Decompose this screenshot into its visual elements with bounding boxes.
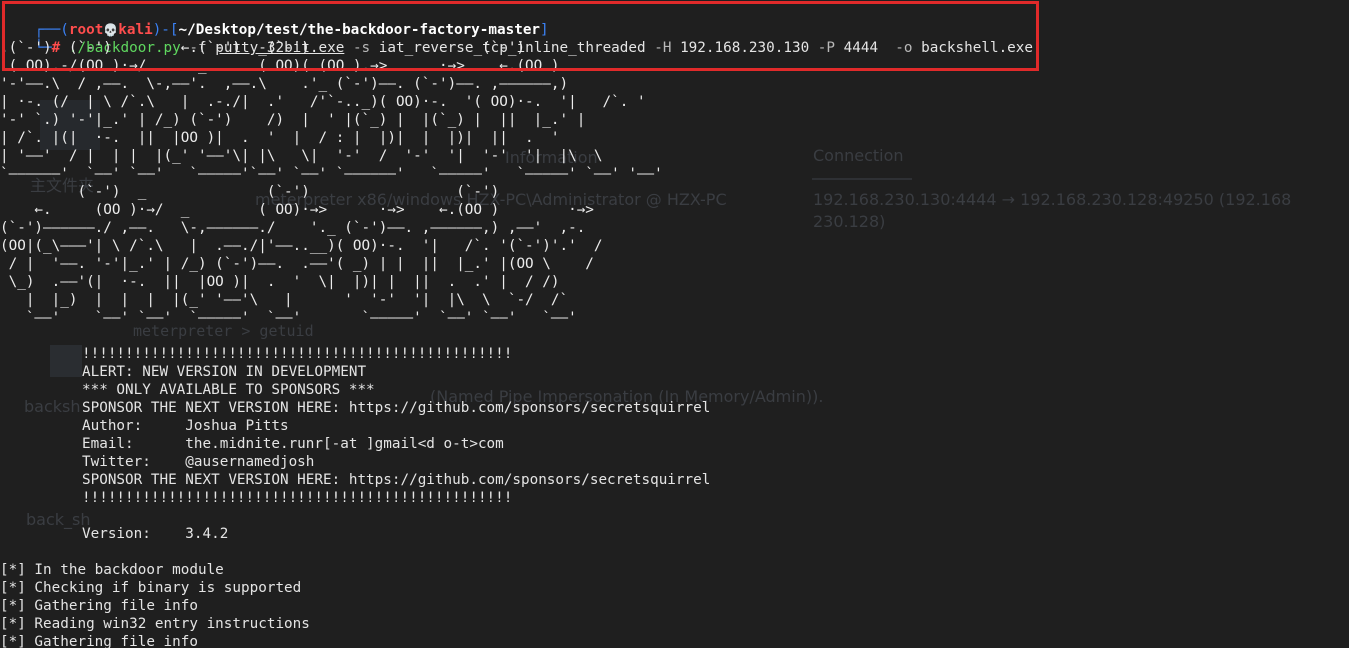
ascii-art-line: '-'——.\ / ,——. \-,——'. ,——.\ .'_ (`-')——… — [0, 76, 569, 92]
banner-twitter: Twitter: @ausernamedjosh — [82, 454, 315, 470]
ascii-art-line: ( OO).-/(OO )·→/ _ ( OO)( (OO ).→> ·→> ←… — [0, 58, 560, 74]
command-port: 4444 — [843, 40, 879, 56]
banner-exclaim-top: !!!!!!!!!!!!!!!!!!!!!!!!!!!!!!!!!!!!!!!!… — [82, 346, 513, 362]
command-host: 192.168.230.130 — [680, 40, 810, 56]
ghost-connection-header: Connection — [813, 146, 904, 165]
command-flag-h: -H — [654, 40, 672, 56]
ascii-art-line: '-' `.) '-'|_.' | /_) (`-') /) | ' |(`_)… — [0, 112, 586, 128]
banner-email: Email: the.midnite.runr[-at ]gmail<d o-t… — [82, 436, 504, 452]
ghost-connection-value-2: 230.128) — [813, 212, 886, 231]
banner-exclaim-bottom: !!!!!!!!!!!!!!!!!!!!!!!!!!!!!!!!!!!!!!!!… — [82, 490, 513, 506]
banner-only-sponsors: *** ONLY AVAILABLE TO SPONSORS *** — [82, 382, 375, 398]
log-line: [*] Gathering file info — [0, 634, 198, 648]
ghost-panel — [50, 345, 82, 377]
ascii-art-line: / | '——. '-'|_.' | /_) (`-')——. .——'( _)… — [0, 256, 594, 272]
ghost-panel — [812, 178, 912, 180]
ghost-back-sh: back_sh — [26, 510, 91, 529]
banner-alert: ALERT: NEW VERSION IN DEVELOPMENT — [82, 364, 367, 380]
banner-sponsor-link-2: SPONSOR THE NEXT VERSION HERE: https://g… — [82, 472, 711, 488]
ascii-art-line: (`-') _ (`-') (`-') — [0, 184, 500, 200]
banner-version: Version: 3.4.2 — [82, 526, 229, 542]
ghost-backsh: backsh — [24, 397, 81, 416]
command-output: backshell.exe — [921, 40, 1034, 56]
ascii-art-line: `——' `——' `——' `—————' `——' `—————' `——'… — [0, 310, 577, 326]
log-line: [*] Reading win32 entry instructions — [0, 616, 310, 632]
ascii-art-line: ←. (OO )·→/ _ ( OO)·→> ·→> ←.(OO ) ·→> — [0, 202, 594, 218]
command-flag-o: -o — [895, 40, 913, 56]
ascii-art-line: | |_) | | | |(_' '——'\ | ' '-' '| |\ \ `… — [0, 292, 569, 308]
ascii-art-line: | /`. |(| ·-. || |OO )| . ' | / : | |)| … — [0, 130, 560, 146]
ascii-art-line: | '——' / | | | |(_' '——'\| |\ \| '-' / '… — [0, 148, 603, 164]
ghost-connection-value: 192.168.230.130:4444 → 192.168.230.128:4… — [813, 190, 1292, 209]
banner-sponsor-link-1: SPONSOR THE NEXT VERSION HERE: https://g… — [82, 400, 711, 416]
ascii-art-line: | ·-. (/ | \ /`.\ | .-./| .' /'`-.._)( O… — [0, 94, 646, 110]
command-flag-p: -P — [817, 40, 836, 56]
ascii-art-line: \_) .——'(| ·-. || |OO )| . ' \| |)| | ||… — [0, 274, 560, 290]
terminal-window[interactable]: 主文件夹 Information Connection 192.168.230.… — [0, 0, 1349, 648]
log-line: [*] Gathering file info — [0, 598, 198, 614]
ascii-art-line: `——————' `——' `——' `—————'`——' `——' `———… — [0, 166, 663, 182]
ascii-art-line: .(`-') (`-') ←.(`-') _(`-') (`-') — [0, 40, 526, 56]
ascii-art-line: (OO|(_\———'| \ /`.\ | .——./|'——..__)( OO… — [0, 238, 603, 254]
log-line: [*] In the backdoor module — [0, 562, 224, 578]
ascii-art-line: (`-')——————./ ,——. \-,——————./ '._ (`-')… — [0, 220, 586, 236]
log-line: [*] Checking if binary is supported — [0, 580, 302, 596]
banner-author: Author: Joshua Pitts — [82, 418, 289, 434]
